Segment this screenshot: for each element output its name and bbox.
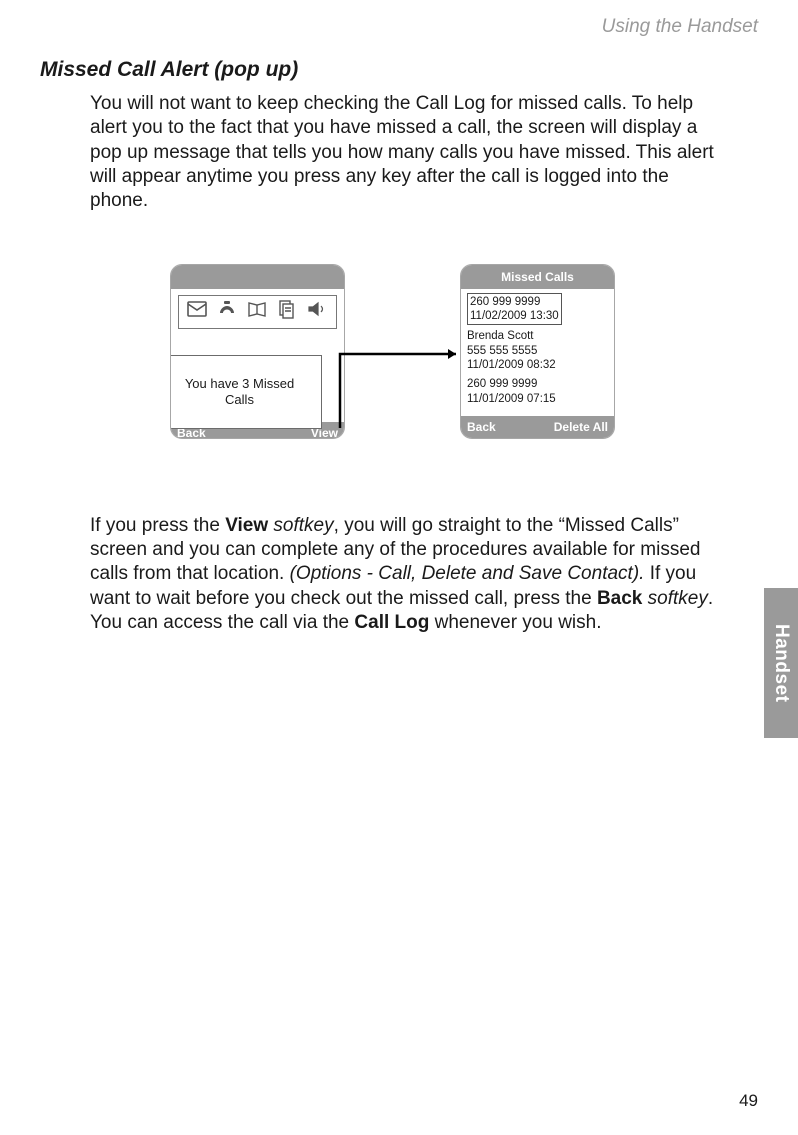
list-item[interactable]: 260 999 9999 11/01/2009 07:15: [467, 377, 608, 406]
document-icon: [275, 297, 299, 326]
connector-arrow: [334, 332, 464, 432]
page: Using the Handset Missed Call Alert (pop…: [0, 0, 798, 1135]
missed-call-icon: [215, 297, 239, 326]
section-title: Missed Call Alert (pop up): [40, 58, 758, 82]
figure: You have 3 Missed Calls Back View Missed…: [170, 264, 728, 454]
phone-content: You have 3 Missed Calls: [171, 295, 344, 422]
sound-icon: [305, 297, 329, 326]
entry-name: Brenda Scott: [467, 329, 608, 343]
softkey-back[interactable]: Back: [467, 420, 496, 434]
intro-paragraph: You will not want to keep checking the C…: [90, 92, 728, 214]
entry-number: 260 999 9999: [470, 295, 559, 309]
phone-screen-popup: You have 3 Missed Calls Back View: [170, 264, 345, 439]
phone-titlebar-empty: [171, 265, 344, 289]
list-item[interactable]: Brenda Scott 555 555 5555 11/01/2009 08:…: [467, 329, 608, 372]
text: whenever you wish.: [429, 612, 601, 633]
call-log-label: Call Log: [354, 612, 429, 633]
phone-titlebar: Missed Calls: [461, 265, 614, 289]
status-icon-row: [178, 295, 337, 329]
softkey-bar-right: Back Delete All: [461, 416, 614, 438]
entry-datetime: 11/01/2009 08:32: [467, 358, 608, 372]
instruction-paragraph: If you press the View softkey, you will …: [90, 514, 728, 636]
softkey-delete-all[interactable]: Delete All: [554, 420, 608, 434]
options-list: (Options - Call, Delete and Save Contact…: [290, 563, 645, 584]
missed-call-popup: You have 3 Missed Calls: [170, 355, 322, 429]
contacts-icon: [245, 297, 269, 326]
phone-screen-missed-calls: Missed Calls 260 999 9999 11/02/2009 13:…: [460, 264, 615, 439]
body: You will not want to keep checking the C…: [90, 92, 728, 635]
page-number: 49: [739, 1091, 758, 1111]
softkey-term: softkey: [268, 515, 333, 536]
entry-datetime: 11/01/2009 07:15: [467, 392, 608, 406]
running-header: Using the Handset: [40, 16, 758, 38]
softkey-term: softkey: [642, 588, 707, 609]
voicemail-icon: [185, 297, 209, 326]
entry-number: 260 999 9999: [467, 377, 608, 391]
section-tab: Handset: [764, 588, 798, 738]
missed-calls-list: 260 999 9999 11/02/2009 13:30 Brenda Sco…: [461, 289, 614, 416]
entry-datetime: 11/02/2009 13:30: [470, 309, 559, 323]
entry-number: 555 555 5555: [467, 344, 608, 358]
view-label: View: [225, 515, 268, 536]
list-item-selected[interactable]: 260 999 9999 11/02/2009 13:30: [467, 293, 562, 326]
text: If you press the: [90, 515, 225, 536]
back-label: Back: [597, 588, 642, 609]
